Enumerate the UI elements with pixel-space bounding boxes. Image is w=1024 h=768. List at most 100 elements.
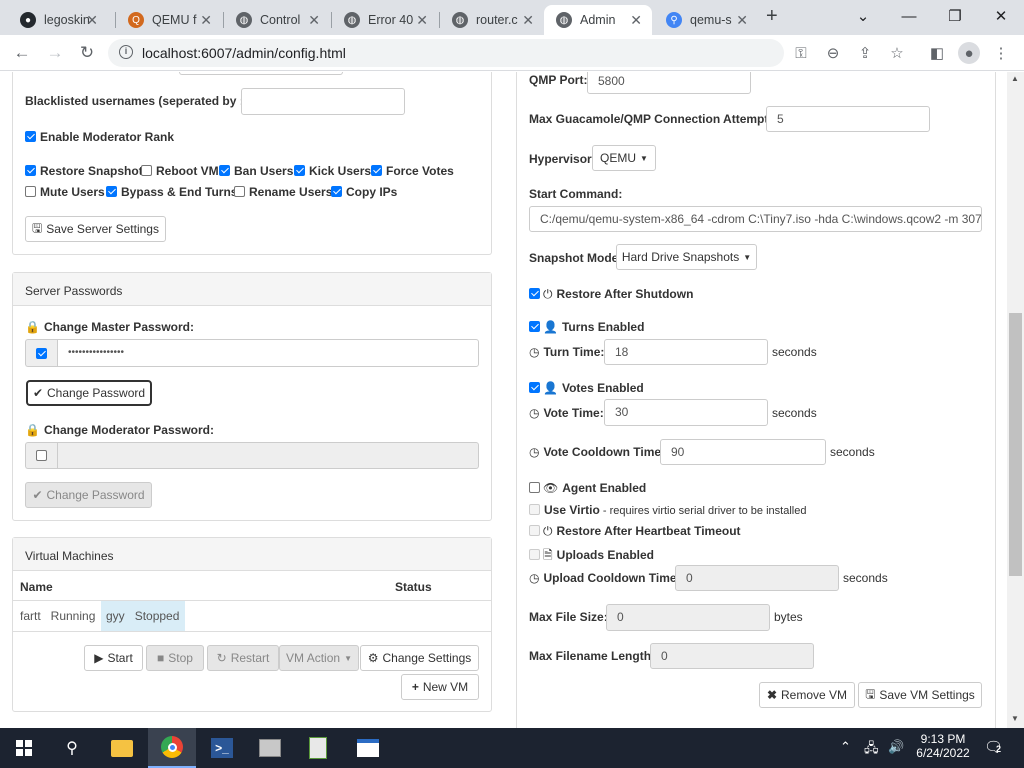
tab-search-chevron-icon[interactable]: ⌄ (840, 0, 886, 32)
address-bar[interactable]: i localhost:6007/admin/config.html (108, 39, 784, 67)
bytes-label: bytes (774, 610, 803, 624)
save-vm-settings-button[interactable]: 🖫 Save VM Settings (858, 682, 982, 708)
close-icon[interactable]: ✕ (736, 12, 748, 29)
start-command-input[interactable]: C:/qemu/qemu-system-x86_64 -cdrom C:\Tin… (529, 206, 982, 232)
perm-copy-ips[interactable]: Copy IPs (331, 185, 403, 199)
windows-start-icon[interactable] (0, 728, 48, 768)
partial-input-field[interactable] (179, 72, 343, 75)
start-button[interactable]: ▶ Start (84, 645, 143, 671)
tab-admin[interactable]: ◍ Admin ✕ (544, 5, 652, 35)
back-icon[interactable]: ← (9, 41, 35, 65)
task-manager-icon[interactable] (294, 728, 342, 768)
tray-chevron-icon[interactable]: ⌃ (840, 739, 851, 755)
turns-enabled-checkbox[interactable]: 👤 Turns Enabled (529, 320, 644, 334)
menu-icon[interactable]: ⋮ (990, 42, 1012, 64)
scrollbar-thumb[interactable] (1009, 313, 1022, 576)
vote-cooldown-input[interactable]: 90 (660, 439, 826, 465)
stop-button[interactable]: ■ Stop (146, 645, 204, 671)
lock-icon: 🔒 (25, 423, 40, 437)
remove-vm-button[interactable]: ✖ Remove VM (759, 682, 855, 708)
change-settings-button[interactable]: ⚙ Change Settings (360, 645, 479, 671)
side-panel-icon[interactable]: ◧ (926, 42, 948, 64)
restore-after-shutdown-checkbox[interactable]: ⏻ Restore After Shutdown (529, 287, 693, 302)
close-icon[interactable]: ✕ (416, 12, 428, 29)
chrome-icon[interactable] (148, 728, 196, 768)
network-icon[interactable]: 🖧 (864, 739, 879, 761)
perm-rename-users[interactable]: Rename Users (234, 185, 338, 199)
tab-search[interactable]: ⚲ qemu-s ✕ (654, 5, 758, 35)
perm-force-votes[interactable]: Force Votes (371, 164, 460, 178)
turn-time-input[interactable]: 18 (604, 339, 768, 365)
close-icon[interactable]: ✕ (630, 12, 642, 29)
zoom-icon[interactable]: ⊖ (822, 42, 844, 64)
new-vm-button[interactable]: + New VM (401, 674, 479, 700)
close-icon[interactable]: ✕ (308, 12, 320, 29)
clock-icon: ◷ (529, 445, 540, 459)
vm-row-gyy[interactable]: gyy Stopped (101, 601, 185, 631)
search-icon[interactable]: ⚲ (48, 728, 96, 768)
hypervisor-dropdown[interactable]: QEMU ▼ (592, 145, 656, 171)
close-icon[interactable]: ✕ (200, 12, 212, 29)
share-icon[interactable]: ⇪ (854, 42, 876, 64)
master-password-input[interactable]: •••••••••••••••• (57, 339, 479, 367)
perm-restore-snapshot[interactable]: Restore Snapshot (25, 164, 149, 178)
max-file-size-input[interactable]: 0 (606, 604, 770, 631)
app-window-icon[interactable] (344, 728, 392, 768)
tab-legoskin[interactable]: ● legoskin ✕ (8, 5, 108, 35)
max-filename-input[interactable]: 0 (650, 643, 814, 669)
votes-enabled-checkbox[interactable]: 👤 Votes Enabled (529, 381, 644, 395)
restart-button[interactable]: ↻ Restart (207, 645, 279, 671)
snapshot-mode-dropdown[interactable]: Hard Drive Snapshots ▼ (616, 244, 757, 270)
save-server-settings-button[interactable]: 🖫 Save Server Settings (25, 216, 166, 242)
key-icon[interactable]: ⚿ (790, 42, 812, 64)
close-icon[interactable]: ✕ (522, 12, 534, 29)
tab-control[interactable]: ◍ Control ✕ (224, 5, 330, 35)
change-moderator-password-button[interactable]: ✔ Change Password (25, 482, 152, 508)
bookmark-star-icon[interactable]: ☆ (886, 42, 908, 64)
file-explorer-icon[interactable] (98, 728, 146, 768)
close-icon[interactable]: ✕ (86, 12, 98, 29)
upload-cooldown-input[interactable]: 0 (675, 565, 839, 591)
tab-router[interactable]: ◍ router.c ✕ (440, 5, 544, 35)
tab-error[interactable]: ◍ Error 40 ✕ (332, 5, 438, 35)
qmp-port-input[interactable]: 5800 (587, 72, 751, 94)
change-password-button[interactable]: ✔ Change Password (26, 380, 152, 406)
perm-bypass-end-turns[interactable]: Bypass & End Turns (106, 185, 243, 199)
restore-heartbeat-checkbox[interactable]: ⏻ Restore After Heartbeat Timeout (529, 524, 741, 539)
reload-icon[interactable]: ↻ (74, 41, 100, 65)
scroll-down-icon[interactable]: ▼ (1011, 714, 1019, 723)
seconds-label: seconds (772, 406, 817, 420)
clock[interactable]: 9:13 PM 6/24/2022 (916, 732, 970, 760)
checkbox[interactable] (25, 131, 36, 142)
moderator-rank-checkbox[interactable]: Enable Moderator Rank (25, 130, 180, 144)
site-info-icon[interactable]: i (119, 45, 133, 59)
vm-action-dropdown[interactable]: VM Action ▼ (279, 645, 359, 671)
master-password-toggle[interactable] (25, 339, 57, 367)
perm-ban-users[interactable]: Ban Users (219, 164, 299, 178)
use-virtio-checkbox[interactable]: Use Virtio - requires virtio serial driv… (529, 503, 806, 517)
close-window-icon[interactable]: ✕ (978, 0, 1024, 32)
perm-kick-users[interactable]: Kick Users (294, 164, 377, 178)
column-name-header: Name (20, 580, 53, 594)
vm-row-fartt[interactable]: fartt Running (13, 601, 101, 631)
vote-time-input[interactable]: 30 (604, 399, 768, 426)
max-attempts-input[interactable]: 5 (766, 106, 930, 132)
powershell-icon[interactable]: >_ (198, 728, 246, 768)
new-tab-button[interactable]: + (766, 5, 778, 28)
profile-icon[interactable]: ● (958, 42, 980, 64)
perm-mute-users[interactable]: Mute Users (25, 185, 111, 199)
restore-icon[interactable]: ❐ (932, 0, 978, 32)
minimize-icon[interactable]: — (886, 0, 932, 32)
agent-enabled-checkbox[interactable]: 👁 Agent Enabled (529, 481, 646, 495)
uploads-enabled-checkbox[interactable]: 🗎 Uploads Enabled (529, 546, 654, 567)
tab-qemu[interactable]: Q QEMU f ✕ (116, 5, 222, 35)
scroll-up-icon[interactable]: ▲ (1011, 74, 1019, 83)
moderator-password-input[interactable] (57, 442, 479, 469)
perm-reboot-vm[interactable]: Reboot VM (141, 164, 225, 178)
volume-icon[interactable]: 🔊 (888, 739, 904, 755)
device-manager-icon[interactable] (246, 728, 294, 768)
blacklist-input[interactable] (241, 88, 405, 115)
moderator-password-toggle[interactable] (25, 442, 57, 469)
page-scrollbar[interactable]: ▲ ▼ (1007, 72, 1024, 728)
forward-icon[interactable]: → (42, 41, 68, 65)
